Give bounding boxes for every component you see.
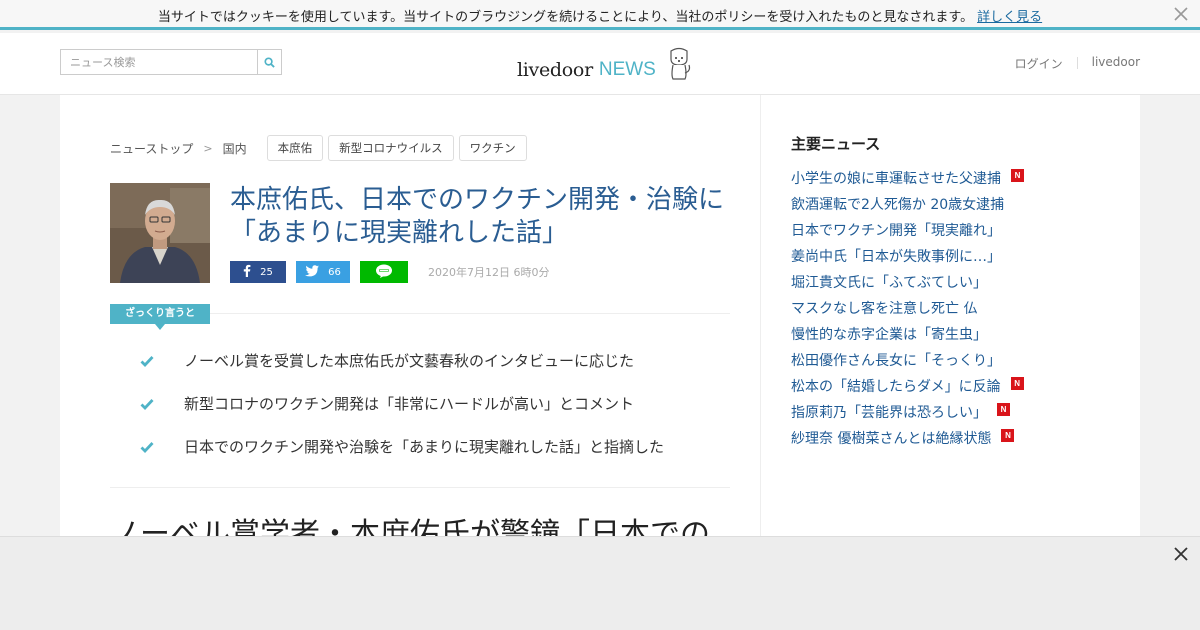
news-item-label: マスクなし客を注意し死亡 仏 [791, 301, 978, 317]
cookie-message: 当サイトではクッキーを使用しています。当サイトのブラウジングを続けることにより、… [0, 6, 1200, 25]
news-item[interactable]: 紗理奈 優樹菜さんとは絶縁状態 N [791, 425, 1024, 451]
news-item-label: 堀江貴文氏に「ふてぶてしい」 [791, 275, 987, 291]
news-item[interactable]: マスクなし客を注意し死亡 仏 [791, 295, 1024, 321]
cookie-banner: 当サイトではクッキーを使用しています。当サイトのブラウジングを続けることにより、… [0, 0, 1200, 30]
news-item[interactable]: 堀江貴文氏に「ふてぶてしい」 [791, 269, 1024, 295]
news-item[interactable]: 飲酒運転で2人死傷か 20歳女逮捕 [791, 191, 1024, 217]
mascot-dog-icon [666, 47, 692, 85]
line-icon [375, 264, 393, 281]
livedoor-link[interactable]: livedoor [1092, 55, 1140, 72]
breadcrumb-news-top[interactable]: ニューストップ [110, 140, 193, 157]
news-item-label: 飲酒運転で2人死傷か 20歳女逮捕 [791, 197, 1005, 213]
bottom-ad-banner [0, 536, 1200, 630]
tag-honjo[interactable]: 本庶佑 [266, 135, 324, 161]
new-badge: N [1010, 376, 1024, 390]
twitter-share-count: 66 [328, 266, 341, 278]
news-item-label: 小学生の娘に車運転させた父逮捕 [791, 171, 1001, 187]
share-bar: 25 66 2020年7月12日 6時0分 [230, 261, 549, 283]
news-item-label: 慢性的な赤字企業は「寄生虫」 [791, 327, 987, 343]
logo-news: NEWS [598, 59, 656, 80]
body-divider [110, 487, 730, 488]
header-nav: ログイン livedoor [1015, 55, 1140, 72]
search-button[interactable] [257, 50, 281, 74]
summary-point: 新型コロナのワクチン開発は「非常にハードルが高い」とコメント [140, 393, 720, 436]
tag-vaccine[interactable]: ワクチン [458, 135, 527, 161]
news-item[interactable]: 松本の「結婚したらダメ」に反論 N [791, 373, 1024, 399]
news-item-label: 姜尚中氏「日本が失敗事例に…」 [791, 249, 1001, 265]
summary-point-text: 日本でのワクチン開発や治験を「あまりに現実離れした話」と指摘した [184, 438, 665, 456]
close-icon[interactable] [1172, 545, 1190, 563]
chevron-right-icon: > [203, 141, 213, 155]
cookie-close-icon[interactable] [1172, 5, 1190, 23]
header-divider [1076, 57, 1078, 69]
facebook-icon [243, 264, 251, 280]
new-badge: N [1011, 168, 1024, 182]
news-item[interactable]: 日本でワクチン開発「現実離れ」 [791, 217, 1024, 243]
cookie-details-link[interactable]: 詳しく見る [977, 10, 1042, 25]
site-logo[interactable]: livedoor NEWS [517, 47, 692, 81]
search-input[interactable] [61, 50, 257, 74]
news-item-label: 松田優作さん長女に「そっくり」 [791, 353, 1001, 369]
summary-label: ざっくり言うと [110, 304, 210, 324]
summary-point-text: ノーベル賞を受賞した本庶佑氏が文藝春秋のインタビューに応じた [184, 352, 635, 370]
news-item[interactable]: 慢性的な赤字企業は「寄生虫」 [791, 321, 1024, 347]
check-icon [140, 351, 154, 373]
article-thumbnail[interactable] [110, 183, 210, 283]
top-news-title: 主要ニュース [791, 135, 881, 153]
article-title: 本庶佑氏、日本でのワクチン開発・治験に「あまりに現実離れした話」 [230, 185, 725, 248]
new-badge: N [997, 402, 1010, 416]
twitter-share-button[interactable]: 66 [296, 261, 350, 283]
facebook-share-count: 25 [260, 266, 273, 278]
topic-tags: 本庶佑 新型コロナウイルス ワクチン [266, 135, 532, 161]
check-icon [140, 394, 154, 416]
news-item[interactable]: 指原莉乃「芸能界は恐ろしい」 N [791, 399, 1024, 425]
twitter-icon [305, 264, 320, 280]
line-share-button[interactable] [360, 261, 408, 283]
search-icon [264, 53, 275, 72]
news-item-label: 指原莉乃「芸能界は恐ろしい」 [791, 405, 987, 421]
login-link[interactable]: ログイン [1015, 55, 1063, 72]
summary-points: ノーベル賞を受賞した本庶佑氏が文藝春秋のインタビューに応じた 新型コロナのワクチ… [140, 350, 720, 479]
tag-coronavirus[interactable]: 新型コロナウイルス [328, 135, 454, 161]
news-item-label: 松本の「結婚したらダメ」に反論 [791, 379, 1001, 395]
news-item[interactable]: 小学生の娘に車運転させた父逮捕 N [791, 165, 1024, 191]
facebook-share-button[interactable]: 25 [230, 261, 286, 283]
summary-label-pointer [155, 324, 165, 330]
news-item[interactable]: 松田優作さん長女に「そっくり」 [791, 347, 1024, 373]
logo-livedoor: livedoor [517, 59, 593, 81]
top-news-list: 小学生の娘に車運転させた父逮捕 N 飲酒運転で2人死傷か 20歳女逮捕 日本でワク… [791, 165, 1024, 451]
breadcrumb-domestic[interactable]: 国内 [223, 140, 247, 157]
search-box [60, 49, 282, 75]
news-item-label: 日本でワクチン開発「現実離れ」 [791, 223, 1001, 239]
check-icon [140, 437, 154, 459]
summary-point-text: 新型コロナのワクチン開発は「非常にハードルが高い」とコメント [184, 395, 635, 413]
breadcrumb: ニューストップ > 国内 本庶佑 新型コロナウイルス ワクチン [110, 135, 532, 161]
cookie-text: 当サイトではクッキーを使用しています。当サイトのブラウジングを続けることにより、… [157, 10, 974, 25]
new-badge: N [1001, 428, 1015, 442]
summary-point: ノーベル賞を受賞した本庶佑氏が文藝春秋のインタビューに応じた [140, 350, 720, 393]
news-item[interactable]: 姜尚中氏「日本が失敗事例に…」 [791, 243, 1024, 269]
site-header: livedoorNEWS ログイン livedoor [0, 33, 1200, 95]
summary-point: 日本でのワクチン開発や治験を「あまりに現実離れした話」と指摘した [140, 436, 720, 479]
publish-date: 2020年7月12日 6時0分 [428, 266, 550, 279]
news-item-label: 紗理奈 優樹菜さんとは絶縁状態 [791, 431, 992, 447]
